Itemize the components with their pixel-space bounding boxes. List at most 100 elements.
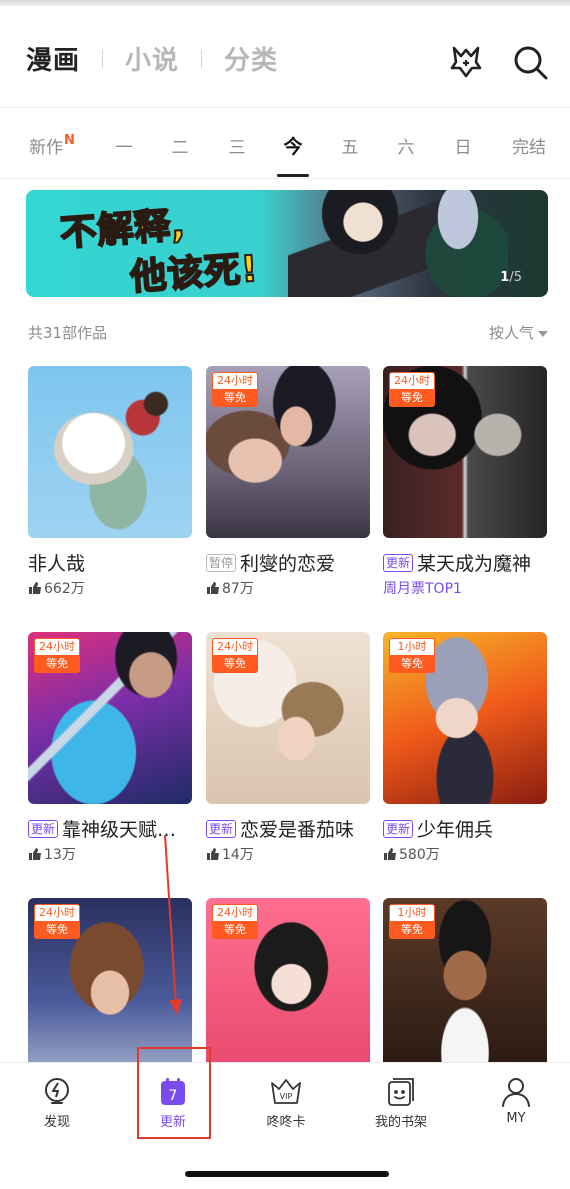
tab-separator — [201, 49, 203, 68]
sort-dropdown[interactable]: 按人气 — [489, 322, 548, 343]
badge-time: 24小时 — [35, 639, 79, 655]
works-count: 共31部作品 — [28, 324, 108, 342]
badge-time: 24小时 — [213, 905, 257, 921]
vip-crown-icon: VIP — [271, 1079, 301, 1104]
home-indicator — [185, 1171, 389, 1177]
comic-likes: 87万 — [206, 580, 370, 598]
banner-character — [408, 190, 508, 297]
thumbs-up-icon — [207, 848, 219, 860]
comic-cover: 24小时等免 — [28, 898, 192, 1070]
tab-new[interactable]: 新作N — [22, 133, 82, 158]
new-badge: N — [64, 133, 75, 148]
thumbs-up-icon — [207, 582, 219, 594]
nav-label: MY — [506, 1111, 526, 1126]
tab-categories[interactable]: 分类 — [224, 40, 278, 77]
comic-title: 更新 恋爱是番茄味 — [206, 818, 370, 842]
comic-cover: 24小时等免 — [206, 898, 370, 1070]
comic-card[interactable]: 非人哉 662万 — [28, 366, 192, 598]
comic-cover: 1小时等免 — [383, 898, 547, 1070]
thumbs-up-icon — [29, 848, 41, 860]
comic-card[interactable]: 24小时 等免 暂停 利燮的恋爱 87万 — [206, 366, 370, 598]
tab-tuesday[interactable]: 二 — [152, 133, 208, 158]
wait-free-badge: 24小时 等免 — [212, 638, 258, 673]
comic-likes: 13万 — [28, 846, 192, 864]
status-tag: 更新 — [28, 820, 59, 838]
likes-count: 13万 — [44, 847, 76, 863]
nav-bookshelf[interactable]: 我的书架 — [361, 1075, 441, 1130]
badge-time: 24小时 — [390, 373, 434, 389]
promo-banner[interactable]: 不解释, 他该死! 1/5 — [26, 190, 548, 297]
tab-sunday[interactable]: 日 — [435, 133, 491, 158]
badge-time: 24小时 — [213, 639, 257, 655]
tab-separator — [102, 49, 104, 68]
tab-saturday[interactable]: 六 — [378, 133, 434, 158]
status-tag: 更新 — [383, 820, 414, 838]
tab-new-label: 新作 — [29, 138, 64, 158]
badge-label: 等免 — [46, 923, 68, 936]
list-header: 共31部作品 按人气 — [28, 322, 548, 342]
nav-discover[interactable]: 发现 — [17, 1075, 97, 1130]
nav-label: 咚咚卡 — [266, 1115, 306, 1130]
thumbs-up-icon — [384, 848, 396, 860]
status-tag: 更新 — [206, 820, 237, 838]
tab-comics[interactable]: 漫画 — [26, 40, 80, 77]
search-icon[interactable] — [510, 42, 550, 82]
comic-title: 非人哉 — [28, 552, 192, 576]
bottom-nav: 发现 7 更新 VIP 咚咚卡 我的书架 MY — [0, 1062, 570, 1189]
comic-title-text: 少年佣兵 — [417, 819, 494, 841]
divider — [0, 178, 570, 179]
comic-card[interactable]: 24小时 等免 更新 恋爱是番茄味 14万 — [206, 632, 370, 864]
wait-free-badge: 24小时等免 — [34, 904, 80, 939]
tab-today[interactable]: 今 — [265, 132, 321, 159]
sort-label: 按人气 — [488, 324, 534, 342]
tab-novels[interactable]: 小说 — [125, 40, 179, 77]
comic-cover: 24小时 等免 — [206, 632, 370, 804]
comic-card[interactable]: 1小时 等免 更新 少年佣兵 580万 — [383, 632, 547, 864]
discover-icon — [45, 1078, 69, 1104]
tab-friday[interactable]: 五 — [322, 133, 378, 158]
thumbs-up-icon — [29, 582, 41, 594]
nav-dongdong-card[interactable]: VIP 咚咚卡 — [246, 1075, 326, 1130]
badge-time: 24小时 — [35, 905, 79, 921]
vip-text: VIP — [280, 1092, 293, 1101]
wait-free-badge: 1小时等免 — [389, 904, 435, 939]
badge-label: 等免 — [224, 923, 246, 936]
wait-free-badge: 24小时 等免 — [212, 372, 258, 407]
tab-completed[interactable]: 完结 — [501, 133, 557, 158]
banner-page-total: /5 — [509, 270, 522, 285]
comic-rank: 周月票TOP1 — [383, 581, 462, 597]
badge-icon[interactable] — [446, 42, 486, 82]
comic-card[interactable]: 24小时 等免 更新 某天成为魔神 周月票TOP1 — [383, 366, 547, 598]
comic-title-text: 某天成为魔神 — [417, 553, 532, 575]
comic-title-text: 恋爱是番茄味 — [240, 819, 355, 841]
top-tabs: 漫画 小说 分类 — [26, 40, 278, 77]
comic-card[interactable]: 24小时 等免 更新 靠神级天赋… 13万 — [28, 632, 192, 864]
nav-my[interactable]: MY — [476, 1075, 556, 1126]
comic-card[interactable]: 24小时等免 — [28, 898, 192, 1070]
active-tab-indicator — [277, 174, 309, 177]
weekday-tabs: 新作N 一 二 三 今 五 六 日 完结 — [0, 108, 570, 178]
user-icon — [502, 1078, 530, 1107]
wait-free-badge: 24小时等免 — [212, 904, 258, 939]
likes-count: 662万 — [44, 581, 85, 597]
comic-title: 更新 靠神级天赋… — [28, 818, 192, 842]
banner-page-current: 1 — [500, 270, 510, 285]
comic-card[interactable]: 24小时等免 — [206, 898, 370, 1070]
tab-monday[interactable]: 一 — [96, 133, 152, 158]
badge-label: 等免 — [401, 923, 423, 936]
comic-card[interactable]: 1小时等免 — [383, 898, 547, 1070]
tab-wednesday[interactable]: 三 — [209, 133, 265, 158]
comic-likes: 14万 — [206, 846, 370, 864]
annotation-highlight-box — [137, 1047, 211, 1139]
banner-headline-2: 他该死! — [128, 248, 261, 297]
badge-label: 等免 — [401, 657, 423, 670]
comic-likes: 662万 — [28, 580, 192, 598]
likes-count: 14万 — [222, 847, 254, 863]
comic-title-text: 靠神级天赋… — [62, 819, 177, 841]
comic-cover: 24小时 等免 — [206, 366, 370, 538]
nav-label: 发现 — [43, 1115, 70, 1130]
badge-time: 1小时 — [390, 905, 434, 921]
bookshelf-icon — [388, 1078, 414, 1106]
comic-cover: 24小时 等免 — [28, 632, 192, 804]
comic-title-text: 利燮的恋爱 — [240, 553, 336, 575]
